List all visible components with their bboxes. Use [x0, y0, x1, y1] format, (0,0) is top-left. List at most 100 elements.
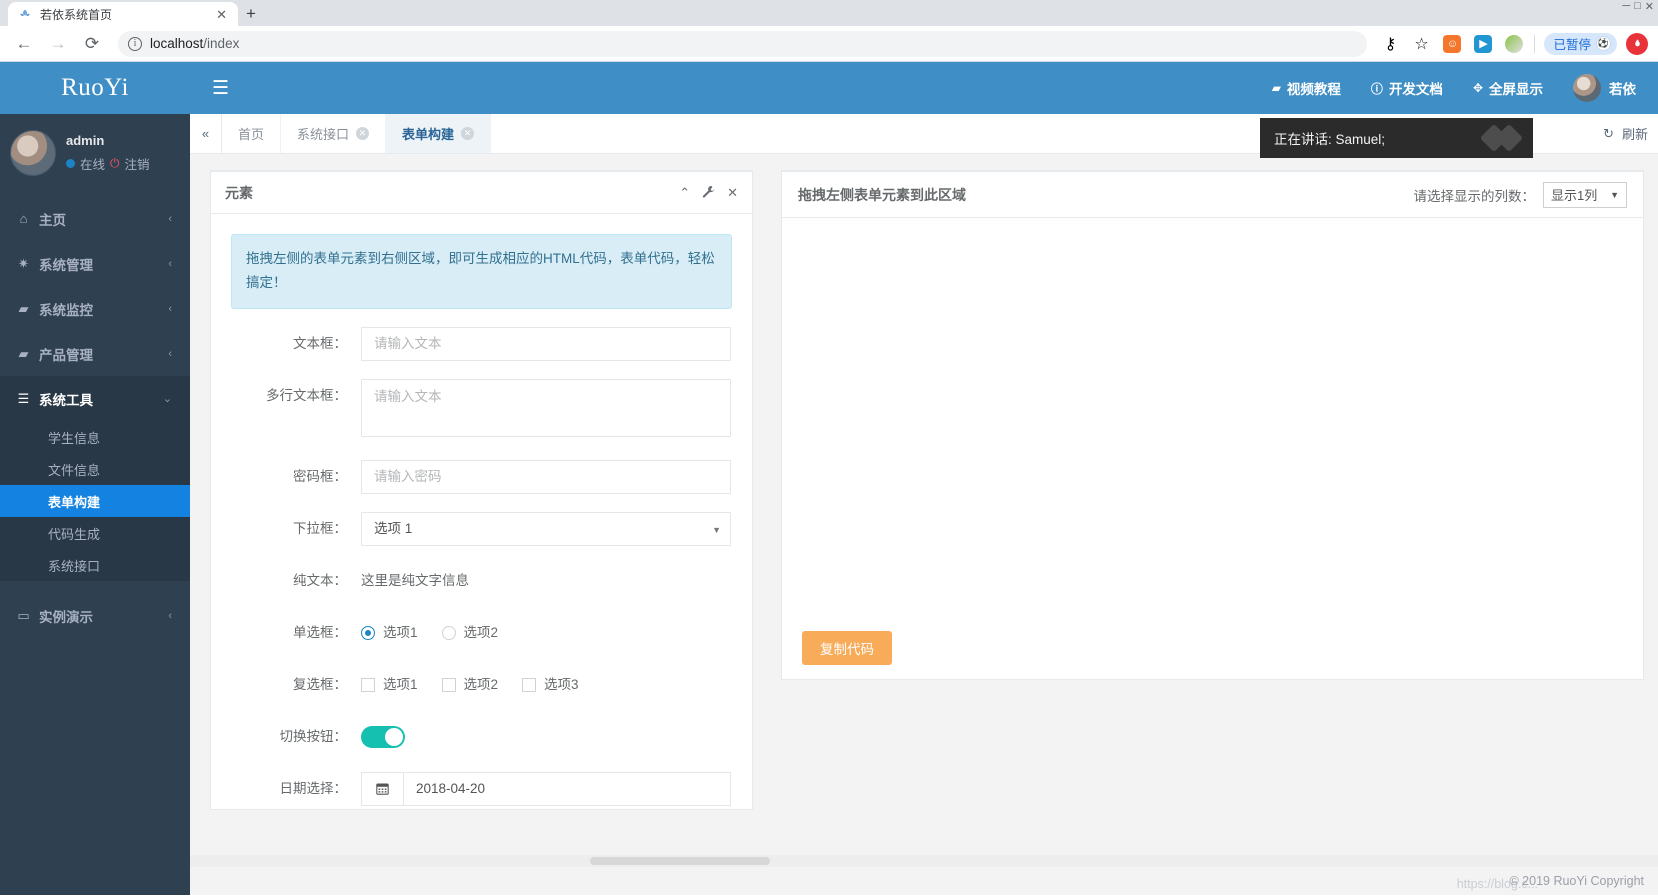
sidebar-item-home[interactable]: ⌂ 主页 ‹	[0, 196, 190, 241]
home-icon: ⌂	[19, 211, 28, 226]
sidebar: RuoYi admin 在线 ⏻ 注销 ⌂ 主页 ‹ ✷ 系统管理 ‹ ▰ 系统…	[0, 62, 190, 895]
avatar[interactable]	[10, 130, 56, 176]
field-label: 密码框：	[293, 468, 347, 484]
nav-dev-docs[interactable]: ⓘ 开发文档	[1371, 78, 1443, 98]
sidebar-subitem-student-info[interactable]: 学生信息	[0, 421, 190, 453]
radio-label: 选项2	[463, 624, 499, 640]
site-info-icon[interactable]: i	[128, 36, 142, 51]
header-user-menu[interactable]: 若依	[1573, 74, 1636, 102]
extension-tv-icon[interactable]: ▶	[1472, 33, 1494, 55]
speaking-text: 正在讲话: Samuel;	[1274, 132, 1386, 147]
window-close-icon[interactable]: ✕	[1645, 0, 1654, 13]
plain-text-value: 这里是纯文字信息	[361, 572, 469, 588]
page-tab-label: 系统接口	[297, 127, 350, 142]
toggle-switch[interactable]	[361, 725, 405, 748]
checkbox-option-1[interactable]: 选项1	[361, 668, 418, 702]
date-picker[interactable]: 2018-04-20	[361, 771, 731, 806]
elements-panel: 元素 ⌃ ✕ 拖拽左侧的表单元素到右侧区域，即可生成相应的HTML代码，表单代码…	[210, 170, 753, 810]
chevron-down-icon: ⌄	[162, 393, 172, 405]
sidebar-subitem-form-builder[interactable]: 表单构建	[0, 485, 190, 517]
form-row-checkbox: 复选框： 选项1 选项2 选项3	[229, 668, 734, 702]
calendar-glyph-icon	[376, 783, 389, 795]
horizontal-scrollbar[interactable]	[190, 855, 1658, 867]
collapse-icon[interactable]: ⌃	[679, 185, 690, 201]
form-row-text: 文本框：	[229, 326, 734, 361]
status-label[interactable]: 在线	[80, 154, 105, 173]
textarea-input[interactable]	[361, 378, 731, 437]
checkbox-icon	[361, 677, 375, 692]
brand-logo[interactable]: RuoYi	[0, 62, 190, 114]
sidebar-subitem-code-gen[interactable]: 代码生成	[0, 517, 190, 549]
new-tab-button[interactable]: +	[238, 2, 264, 26]
text-input[interactable]	[361, 326, 731, 361]
bookmark-star-icon[interactable]: ☆	[1410, 33, 1432, 55]
menu-toggle-icon[interactable]: ☰	[204, 77, 237, 100]
paused-badge[interactable]: 已暂停 ⚽	[1544, 32, 1617, 55]
checkbox-label: 选项3	[544, 676, 579, 692]
chevron-left-icon: ‹	[168, 257, 172, 270]
page-tab-form-builder[interactable]: 表单构建 ✕	[386, 114, 492, 153]
reload-button[interactable]: ⟳	[78, 30, 106, 58]
top-header: ☰ ▰ 视频教程 ⓘ 开发文档 ✥ 全屏显示 若依	[190, 62, 1658, 114]
nav-video-tutorial[interactable]: ▰ 视频教程	[1272, 78, 1341, 98]
browser-tab-close-icon[interactable]: ✕	[213, 8, 230, 21]
drop-area[interactable]: 复制代码	[782, 218, 1643, 679]
dropdown-select[interactable]: 选项 1 选项 2 选项 3	[361, 511, 731, 546]
sidebar-subitem-file-info[interactable]: 文件信息	[0, 453, 190, 485]
nav-label: 开发文档	[1388, 82, 1443, 97]
tabs-refresh-button[interactable]: ↻ 刷新	[1603, 114, 1658, 153]
logout-icon[interactable]: ⏻	[110, 156, 120, 171]
form-row-select: 下拉框： 选项 1 选项 2 选项 3 ▼	[229, 511, 734, 546]
nav-fullscreen[interactable]: ✥ 全屏显示	[1473, 78, 1543, 98]
tools-icon: ☰	[17, 390, 30, 406]
address-bar[interactable]: i localhost/index	[118, 30, 1368, 57]
url-host: localhost	[150, 36, 204, 51]
video-icon: ▰	[18, 300, 29, 316]
checkbox-icon	[522, 677, 537, 692]
sidebar-item-system-management[interactable]: ✷ 系统管理 ‹	[0, 241, 190, 286]
question-circle-icon: ⓘ	[1370, 81, 1383, 96]
browser-window: 若依系统首页 ✕ + ─ □ ✕ ← → ⟳ i localhost/index…	[0, 0, 1658, 896]
extension-orange-icon[interactable]: ☺	[1441, 33, 1463, 55]
profile-avatar-icon[interactable]	[1626, 32, 1648, 55]
elements-panel-body: 拖拽左侧的表单元素到右侧区域，即可生成相应的HTML代码，表单代码，轻松搞定！ …	[211, 214, 752, 809]
copy-code-button[interactable]: 复制代码	[802, 631, 892, 665]
drop-zone-panel: 拖拽左侧表单元素到此区域 请选择显示的列数： 显示1列 ▼ 复制代码	[781, 170, 1644, 680]
nav-label: 视频教程	[1286, 82, 1341, 97]
radio-option-1[interactable]: 选项1	[361, 616, 418, 650]
sidebar-item-system-tools[interactable]: ☰ 系统工具 ⌄	[0, 376, 190, 421]
sidebar-item-product-management[interactable]: ▰ 产品管理 ‹	[0, 331, 190, 376]
chevron-left-icon: ‹	[168, 347, 172, 360]
top-nav: ▰ 视频教程 ⓘ 开发文档 ✥ 全屏显示 若依	[1272, 74, 1644, 102]
extension-globe-icon[interactable]	[1503, 33, 1525, 55]
minimize-icon[interactable]: ─	[1622, 0, 1630, 12]
browser-tab[interactable]: 若依系统首页 ✕	[8, 2, 238, 26]
monitor-icon: ▭	[17, 607, 30, 623]
wrench-icon[interactable]	[702, 185, 715, 201]
sidebar-subitem-system-api[interactable]: 系统接口	[0, 549, 190, 581]
radio-option-2[interactable]: 选项2	[441, 616, 499, 650]
back-button[interactable]: ←	[10, 30, 38, 58]
scrollbar-thumb[interactable]	[590, 857, 770, 865]
maximize-icon[interactable]: □	[1634, 0, 1641, 12]
sidebar-item-system-monitor[interactable]: ▰ 系统监控 ‹	[0, 286, 190, 331]
tabs-collapse-button[interactable]: «	[190, 114, 222, 153]
page-tab-system-api[interactable]: 系统接口 ✕	[281, 114, 387, 153]
password-input[interactable]	[361, 459, 731, 494]
speaking-overlay: 正在讲话: Samuel;	[1260, 118, 1533, 158]
page-tab-home[interactable]: 首页	[222, 114, 282, 153]
page-tab-close-icon[interactable]: ✕	[461, 127, 475, 140]
form-row-switch: 切换按钮：	[229, 720, 734, 754]
checkbox-option-3[interactable]: 选项3	[522, 668, 579, 702]
checkbox-option-2[interactable]: 选项2	[441, 668, 498, 702]
columns-select[interactable]: 显示1列 ▼	[1543, 181, 1627, 208]
page-tab-close-icon[interactable]: ✕	[356, 127, 370, 140]
refresh-label: 刷新	[1621, 127, 1648, 142]
checkbox-label: 选项1	[383, 676, 418, 692]
password-key-icon[interactable]: ⚷	[1379, 33, 1401, 55]
close-icon[interactable]: ✕	[727, 185, 738, 201]
forward-button[interactable]: →	[44, 30, 72, 58]
field-label: 多行文本框：	[266, 387, 347, 403]
logout-label[interactable]: 注销	[125, 154, 150, 173]
sidebar-item-demo[interactable]: ▭ 实例演示 ‹	[0, 593, 190, 638]
